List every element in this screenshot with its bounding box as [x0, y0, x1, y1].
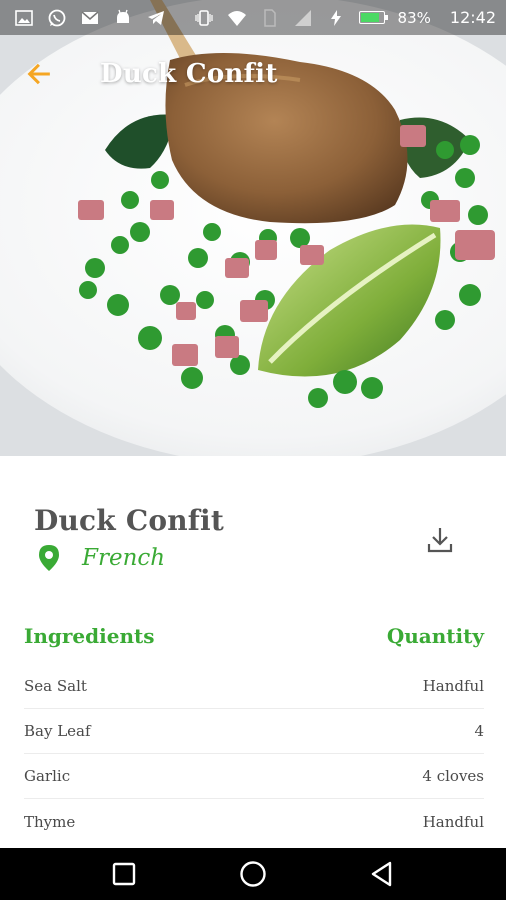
ingredient-row: Sea Salt Handful [24, 664, 484, 709]
ingredient-quantity: 4 [474, 722, 484, 740]
telegram-icon [146, 8, 166, 28]
ingredient-name: Bay Leaf [24, 722, 91, 740]
image-icon [14, 8, 34, 28]
status-indicators: 83% 12:42 [194, 8, 496, 28]
arrow-left-icon [27, 63, 50, 85]
battery-percent: 83% [397, 8, 431, 27]
app-bar: Duck Confit [0, 35, 506, 113]
vibrate-icon [194, 8, 214, 28]
signal-icon [293, 8, 313, 28]
download-icon [427, 528, 453, 553]
charging-icon [326, 8, 346, 28]
no-sim-icon [260, 8, 280, 28]
home-button[interactable] [231, 852, 275, 896]
location-pin-icon [39, 545, 59, 571]
ingredients-header: Ingredients Quantity [24, 624, 484, 648]
ingredients-list: Sea Salt Handful Bay Leaf 4 Garlic 4 clo… [24, 664, 484, 844]
cuisine-label: French [82, 545, 166, 571]
recipe-title: Duck Confit [34, 504, 224, 537]
whatsapp-icon [47, 8, 67, 28]
ingredients-heading: Ingredients [24, 624, 155, 648]
ingredient-name: Garlic [24, 767, 71, 785]
back-nav-button[interactable] [360, 852, 404, 896]
ingredient-name: Thyme [24, 812, 76, 831]
ingredient-row: Thyme Handful [24, 799, 484, 844]
recipe-header: Duck Confit French [0, 456, 506, 606]
wifi-icon [227, 8, 247, 28]
ingredient-quantity: 4 cloves [422, 767, 484, 785]
battery-fill [360, 13, 379, 22]
back-triangle-icon [371, 861, 391, 887]
ingredient-quantity: Handful [422, 677, 484, 695]
ingredient-row: Garlic 4 cloves [24, 754, 484, 799]
ingredient-name: Sea Salt [24, 677, 87, 695]
battery-indicator [358, 11, 388, 24]
system-nav-bar [0, 848, 506, 900]
mail-icon [80, 8, 100, 28]
app-bar-title: Duck Confit [100, 59, 278, 89]
home-circle-icon [240, 861, 266, 887]
back-button[interactable] [22, 57, 56, 91]
download-button[interactable] [424, 524, 456, 556]
ingredient-row: Bay Leaf 4 [24, 709, 484, 754]
android-icon [113, 8, 133, 28]
status-bar: 83% 12:42 [0, 0, 506, 35]
quantity-heading: Quantity [386, 624, 484, 648]
ingredient-quantity: Handful [422, 812, 484, 831]
status-notifications [14, 8, 166, 28]
clock: 12:42 [449, 8, 496, 27]
ingredients-section: Ingredients Quantity Sea Salt Handful Ba… [0, 606, 506, 848]
recents-square-icon [113, 862, 136, 886]
cuisine-row: French [38, 544, 165, 572]
recents-button[interactable] [102, 852, 146, 896]
